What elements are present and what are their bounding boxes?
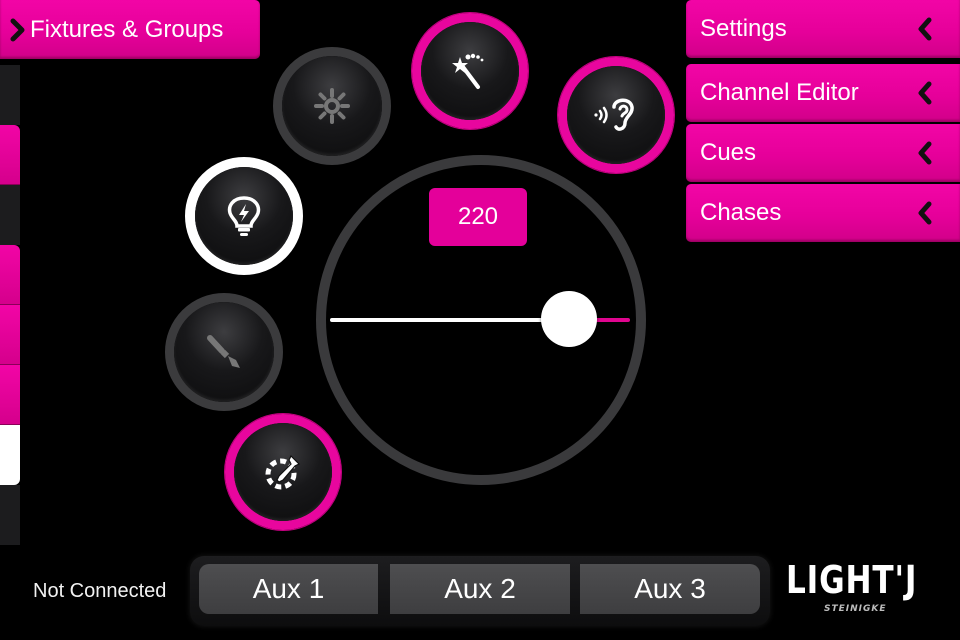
side-tab[interactable] <box>0 125 20 185</box>
effects-mode-button[interactable] <box>412 13 528 129</box>
logo-main-text: LIGHT'J <box>786 558 918 602</box>
menu-item-label: Cues <box>700 139 757 166</box>
magic-wand-icon <box>452 53 484 89</box>
menu-item-settings[interactable]: Settings <box>686 0 960 58</box>
chevron-left-icon <box>918 141 932 165</box>
paintbrush-icon <box>207 335 240 368</box>
menu-item-label: Channel Editor <box>700 79 859 106</box>
color-picker-mode-button[interactable] <box>225 414 341 530</box>
side-tab[interactable] <box>0 65 20 125</box>
side-tab[interactable] <box>0 365 20 425</box>
eyedropper-icon <box>265 454 301 490</box>
side-tab[interactable] <box>0 425 20 485</box>
menu-item-label: Chases <box>700 199 782 226</box>
chevron-left-icon <box>918 17 932 41</box>
sun-icon <box>314 88 350 124</box>
sound-mode-button[interactable] <box>558 57 674 173</box>
aux-3-button[interactable]: Aux 3 <box>580 564 760 614</box>
paint-mode-button[interactable] <box>165 293 283 411</box>
aux-2-button[interactable]: Aux 2 <box>390 564 570 614</box>
dimmer-value-label: 220 <box>457 203 499 230</box>
side-tab[interactable] <box>0 305 20 365</box>
ear-sound-icon <box>594 98 634 131</box>
brightness-mode-button[interactable] <box>273 47 391 165</box>
fixtures-groups-button[interactable]: Fixtures & Groups <box>0 0 260 59</box>
connection-status: Not Connected <box>33 580 167 602</box>
side-tab[interactable] <box>0 485 20 545</box>
flash-mode-button[interactable] <box>185 157 303 275</box>
side-tab[interactable] <box>0 245 20 305</box>
menu-item-label: Settings <box>700 15 787 42</box>
side-tab[interactable] <box>0 185 20 245</box>
chevron-left-icon <box>918 201 932 225</box>
chevron-right-icon <box>10 18 25 41</box>
menu-item-cues[interactable]: Cues <box>686 124 960 182</box>
menu-item-channel-editor[interactable]: Channel Editor <box>686 64 960 122</box>
lightj-logo: LIGHT'J STEINIGKE <box>786 558 936 614</box>
slider-knob[interactable] <box>540 291 597 347</box>
dimmer-value-display: 220 <box>429 188 527 246</box>
menu-item-chases[interactable]: Chases <box>686 184 960 242</box>
aux-1-button[interactable]: Aux 1 <box>199 564 378 614</box>
slider-track-filled[interactable] <box>330 318 569 322</box>
fixtures-groups-label: Fixtures & Groups <box>30 15 224 43</box>
logo-sub-text: STEINIGKE <box>824 604 887 614</box>
chevron-left-icon <box>918 81 932 105</box>
lightbulb-flash-icon <box>227 196 261 236</box>
